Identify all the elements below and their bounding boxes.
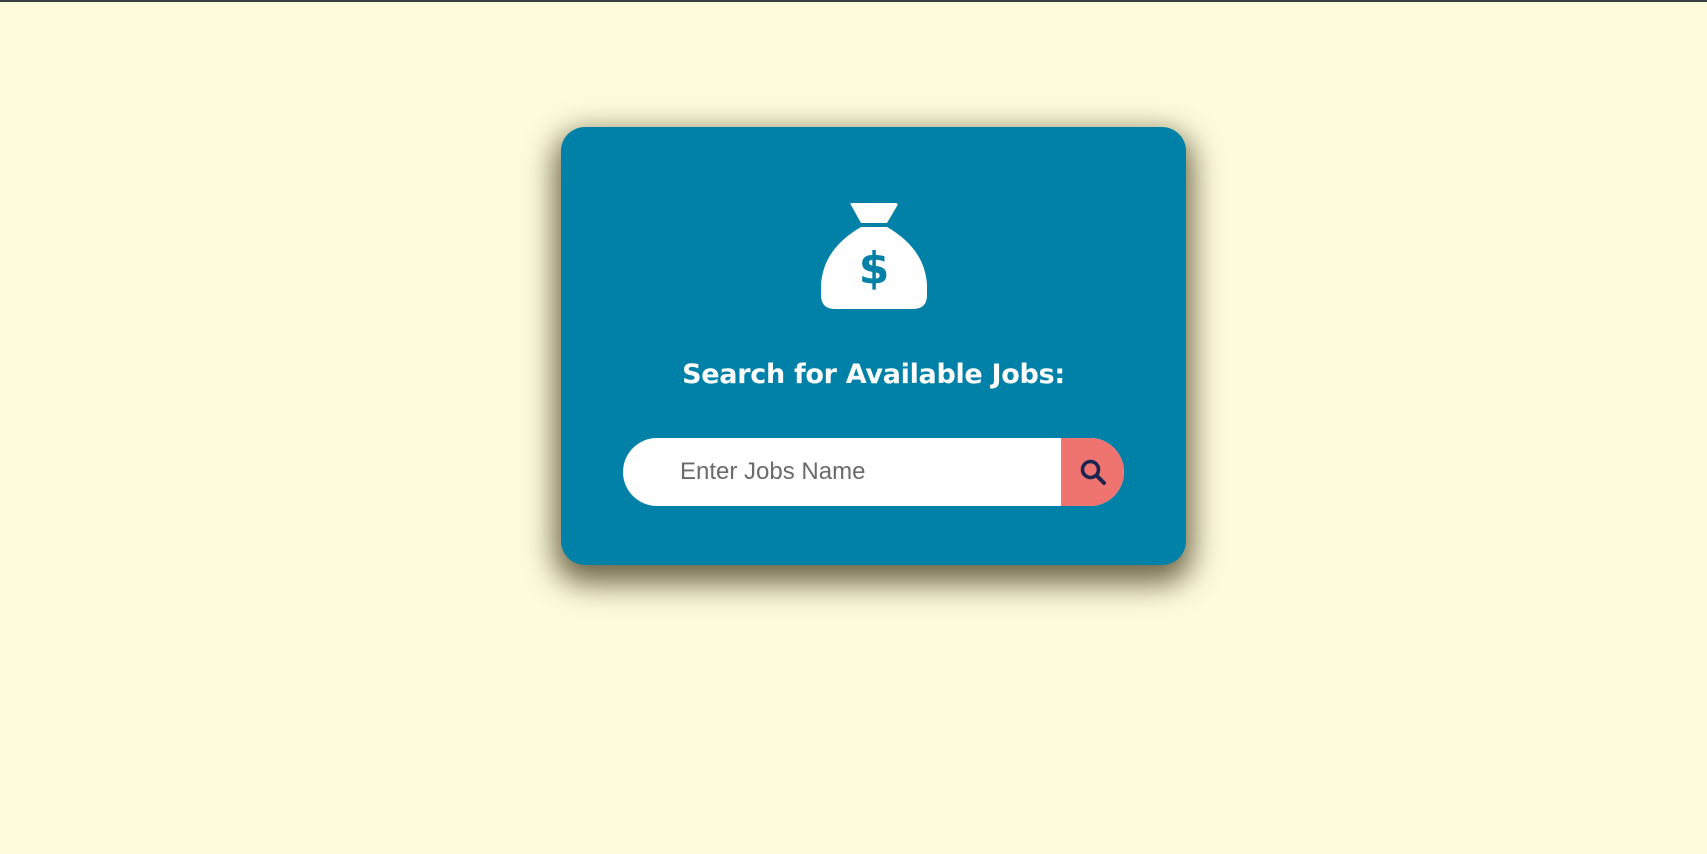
job-search-input[interactable] [623, 438, 1061, 506]
search-bar [623, 438, 1124, 506]
search-button[interactable] [1061, 438, 1124, 506]
card-heading: Search for Available Jobs: [682, 359, 1065, 390]
top-border [0, 0, 1707, 2]
search-icon [1079, 458, 1107, 486]
job-search-card: $ Search for Available Jobs: [561, 127, 1186, 565]
money-bag-icon: $ [821, 203, 927, 309]
svg-text:$: $ [859, 243, 890, 294]
